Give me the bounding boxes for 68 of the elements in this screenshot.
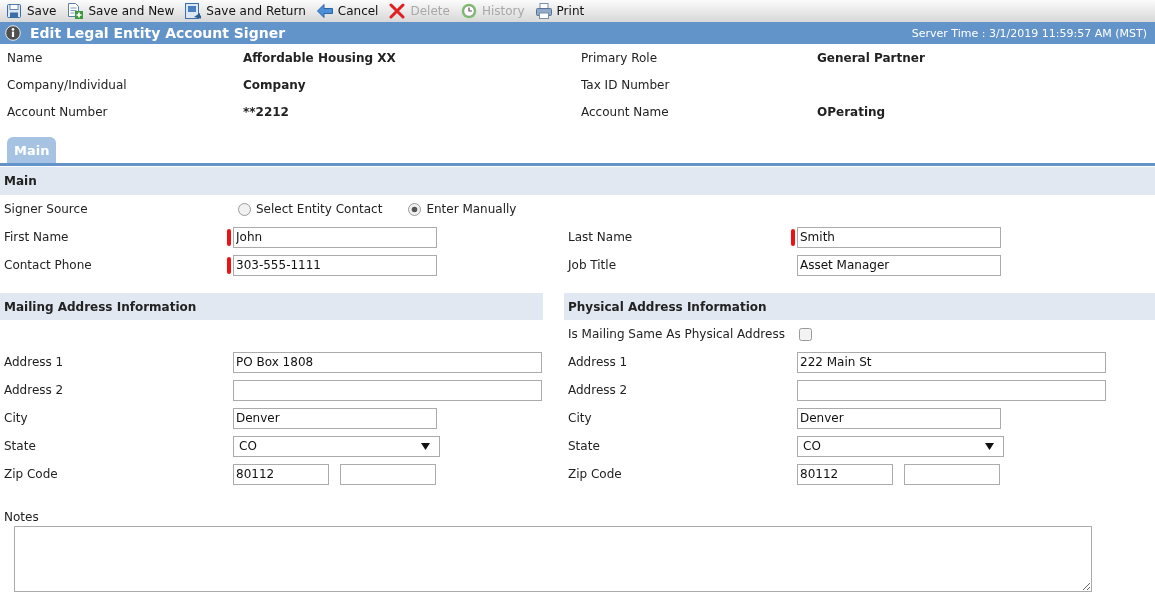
field-label: Signer Source [4,202,88,216]
field-label: Job Title [568,258,617,272]
text-field[interactable] [797,379,1106,401]
caret-icon [421,442,430,450]
field-label: Zip Code [4,467,58,481]
zip-extension-field[interactable] [340,463,436,485]
field-value: OPerating [817,104,886,119]
page-title: Edit Legal Entity Account Signer [30,25,286,41]
field-label: Company/Individual [7,77,127,92]
document-plus-icon [67,3,84,19]
field-label: First Name [4,230,69,244]
field-label: Name [7,50,43,65]
checkbox[interactable] [799,327,812,341]
field-label: State [568,439,600,453]
radio-option[interactable]: Select Entity Contact [238,202,383,216]
text-field[interactable]: Smith [797,226,1001,248]
dropdown[interactable]: CO [233,435,440,457]
field-label: Contact Phone [4,258,92,272]
clock-icon [460,3,477,19]
radio-icon[interactable] [408,202,422,216]
toolbar-button[interactable]: Save and Return [181,1,310,21]
field-label: City [568,411,592,425]
field-label: Is Mailing Same As Physical Address [568,327,785,341]
field-label: Address 2 [568,383,628,397]
text-field[interactable]: John [233,226,437,248]
dropdown[interactable]: CO [797,435,1004,457]
info-icon [5,25,21,41]
left-arrow-icon [316,3,333,19]
field-label: Primary Role [581,50,658,65]
field-label: Account Number [7,104,108,119]
text-field[interactable]: Denver [797,407,1001,429]
text-field[interactable] [233,379,542,401]
text-field[interactable]: Denver [233,407,437,429]
field-label: Zip Code [568,467,622,481]
radio-option[interactable]: Enter Manually [408,202,517,216]
field-label: State [4,439,36,453]
field-label: Account Name [581,104,669,119]
field-label: Tax ID Number [581,77,670,92]
toolbar-button[interactable]: Save and New [63,1,179,21]
toolbar-button[interactable]: Cancel [312,1,383,21]
field-label: Notes [3,509,39,525]
field-label: City [4,411,28,425]
server-time: Server Time : 3/1/2019 11:59:57 AM (MST) [911,26,1147,40]
field-label: Address 1 [4,355,64,369]
caret-icon [985,442,994,450]
toolbar-button[interactable]: Save [2,1,61,21]
toolbar-button[interactable]: Print [531,1,589,21]
zip-field[interactable]: 80112 [233,463,329,485]
notes-field[interactable] [14,526,1092,592]
printer-icon [535,3,552,19]
radio-icon[interactable] [238,202,251,216]
field-value: General Partner [817,50,925,65]
field-label: Last Name [568,230,633,244]
field-value: Company [243,77,306,92]
field-value: **2212 [243,104,289,119]
zip-field[interactable]: 80112 [797,463,893,485]
cross-icon [389,3,406,19]
text-field[interactable]: Asset Manager [797,254,1001,276]
text-field[interactable]: 303-555-1111 [233,254,437,276]
field-label: Address 1 [568,355,628,369]
text-field[interactable]: PO Box 1808 [233,351,542,373]
section-header: Main [0,167,1155,195]
text-field[interactable]: 222 Main St [797,351,1106,373]
section-header: Mailing Address Information [0,293,543,320]
field-label: Address 2 [4,383,64,397]
section-header: Physical Address Information [564,293,1155,320]
field-value: Affordable Housing XX [243,50,396,65]
zip-extension-field[interactable] [904,463,1000,485]
